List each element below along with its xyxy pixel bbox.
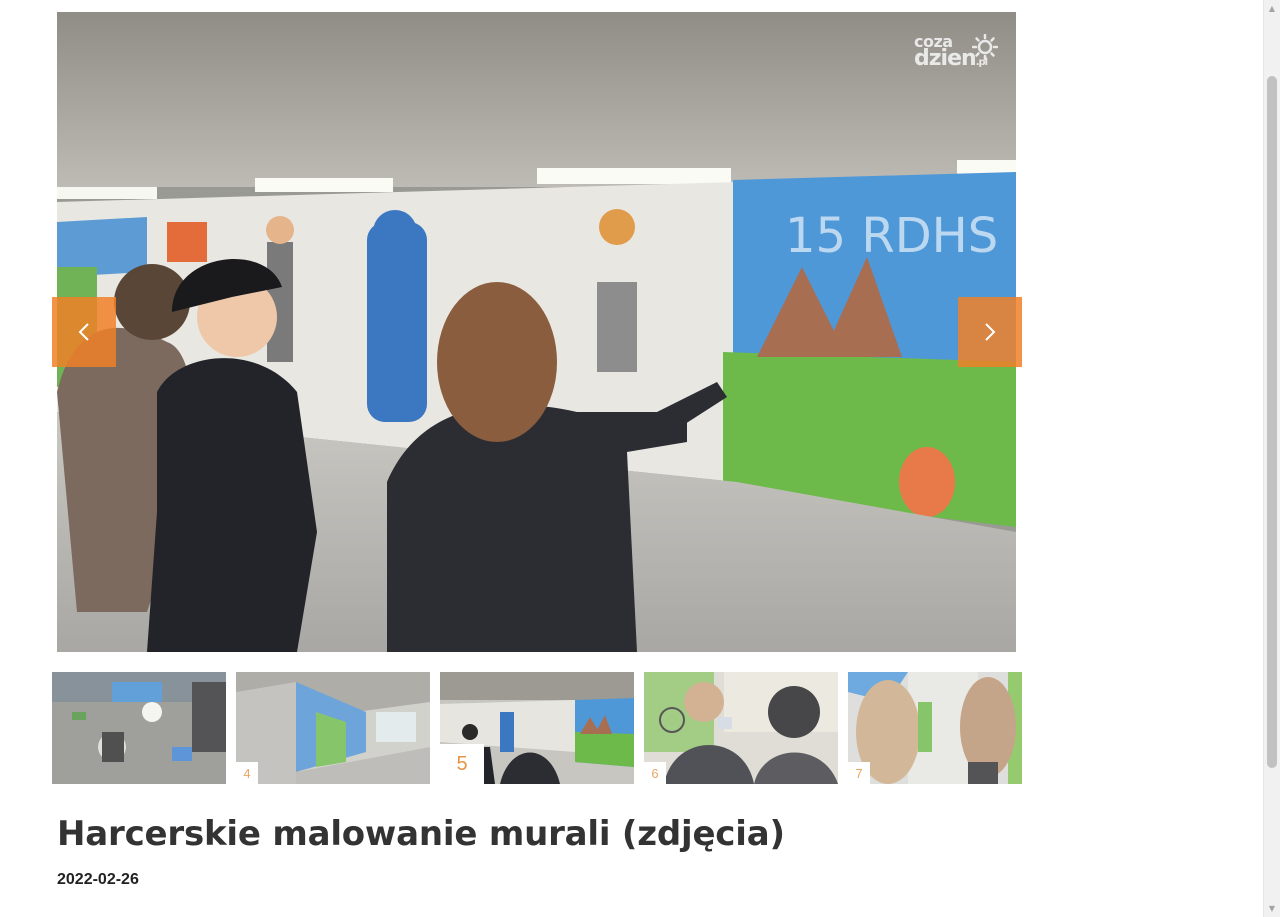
article-title: Harcerskie malowanie murali (zdjęcia) xyxy=(57,814,785,854)
svg-text:15 RDHS: 15 RDHS xyxy=(785,208,998,264)
thumbnail-number: 5 xyxy=(440,744,484,784)
thumbnail-image xyxy=(644,672,838,784)
scroll-up-arrow-icon[interactable]: ▲ xyxy=(1264,0,1280,17)
site-watermark: coza dzien.pl xyxy=(914,33,998,82)
thumbnail-number: 6 xyxy=(644,762,666,784)
mural-photo: 15 RDHS xyxy=(57,12,1016,652)
thumbnail-strip: 4 5 6 7 xyxy=(0,672,1022,784)
thumbnail-number: 4 xyxy=(236,762,258,784)
watermark-bottom-text: dzien xyxy=(914,46,977,72)
scroll-down-arrow-icon[interactable]: ▼ xyxy=(1264,900,1280,917)
thumbnail-number: 7 xyxy=(848,762,870,784)
chevron-right-icon xyxy=(985,323,996,341)
thumbnail-2[interactable]: 4 xyxy=(236,672,430,784)
thumbnail-5[interactable]: 7 xyxy=(848,672,1022,784)
sun-logo-icon xyxy=(972,34,998,60)
gallery-prev-button[interactable] xyxy=(52,297,116,367)
thumbnail-image xyxy=(52,672,226,784)
thumbnail-1[interactable] xyxy=(52,672,226,784)
vertical-scrollbar[interactable]: ▲ ▼ xyxy=(1263,0,1280,917)
thumbnail-3-active[interactable]: 5 xyxy=(440,672,634,784)
gallery-next-button[interactable] xyxy=(958,297,1022,367)
main-gallery-image[interactable]: 15 RDHS coza dzien.pl xyxy=(57,12,1016,652)
thumbnail-4[interactable]: 6 xyxy=(644,672,838,784)
scrollbar-thumb[interactable] xyxy=(1267,76,1277,768)
thumbnail-image xyxy=(848,672,1022,784)
article-date: 2022-02-26 xyxy=(57,871,139,888)
thumbnail-image xyxy=(236,672,430,784)
chevron-left-icon xyxy=(78,323,89,341)
